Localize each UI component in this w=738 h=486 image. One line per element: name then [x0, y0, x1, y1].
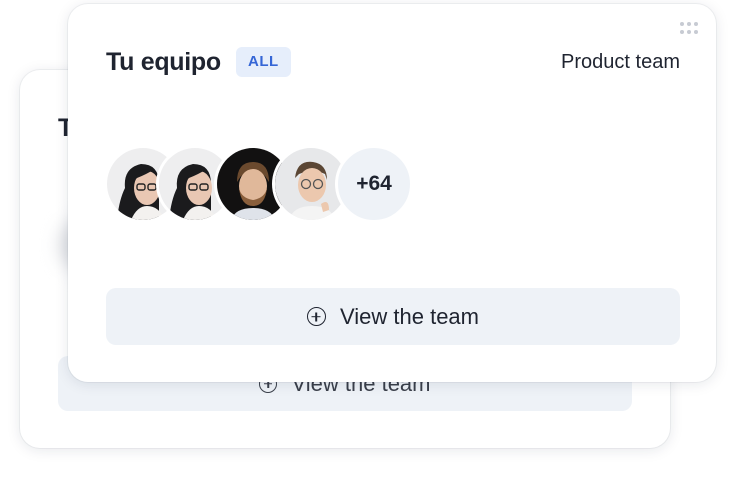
- card-title: Tu equipo: [106, 48, 221, 76]
- team-card: Tu equipo ALL Product team +64 View the …: [68, 4, 716, 382]
- more-members-count[interactable]: +64: [335, 145, 413, 223]
- team-name: Product team: [561, 51, 680, 73]
- view-team-button[interactable]: View the team: [106, 288, 680, 345]
- view-team-label: View the team: [339, 303, 479, 329]
- all-badge[interactable]: ALL: [236, 47, 291, 77]
- plus-circle-icon: [306, 307, 326, 326]
- drag-handle-icon[interactable]: [680, 22, 698, 34]
